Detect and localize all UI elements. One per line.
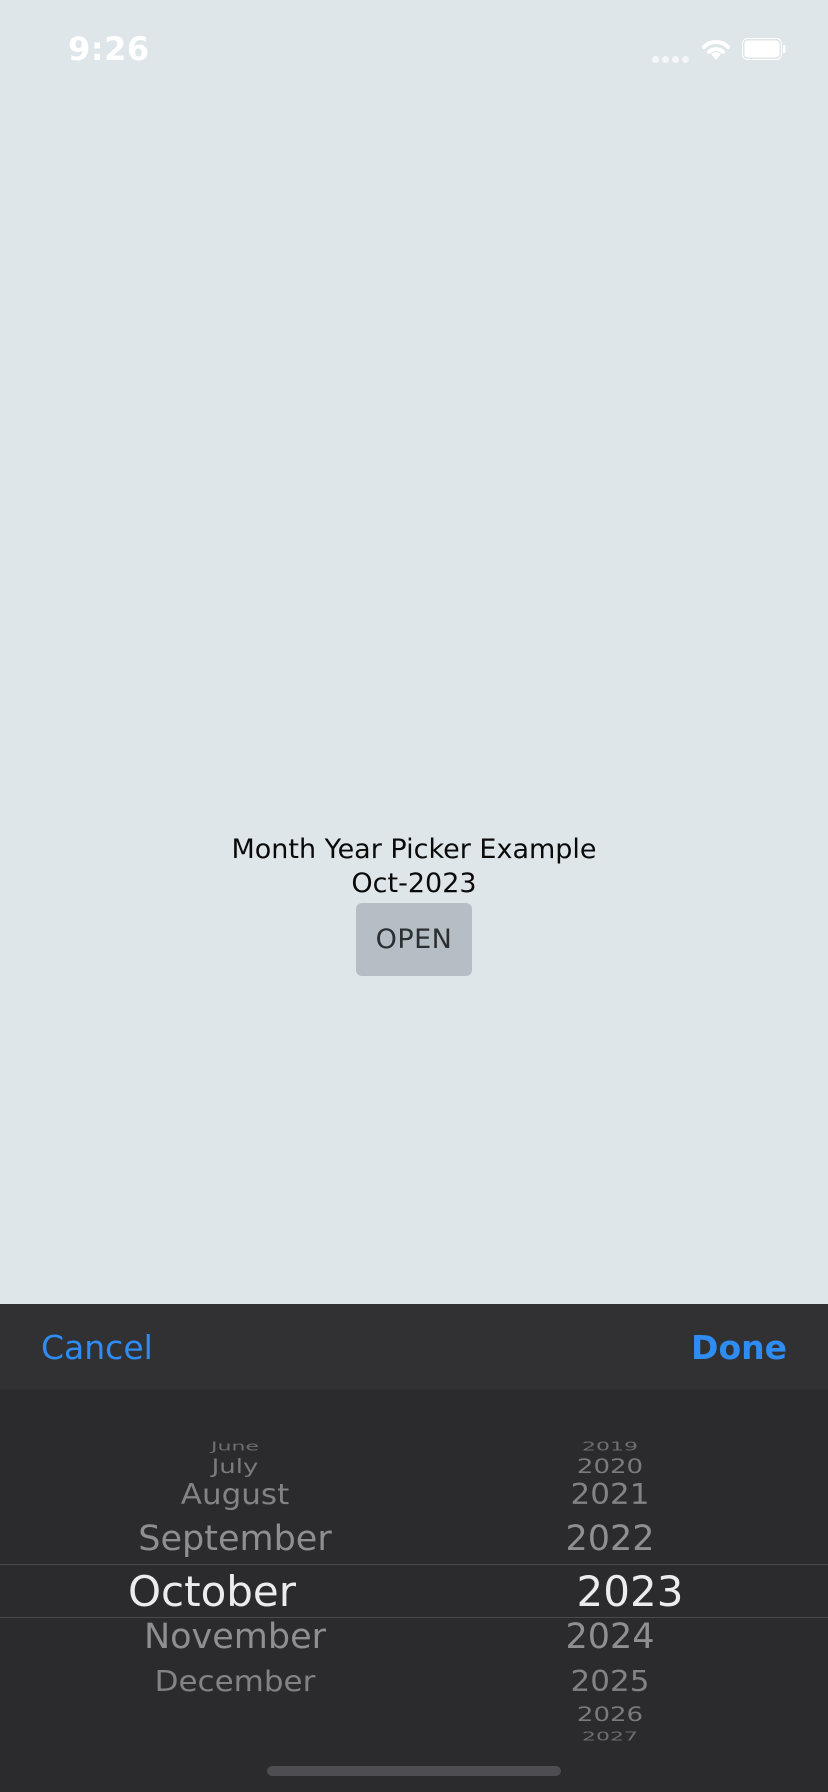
wheel-item-selected[interactable]: 2023 [480,1571,780,1613]
wheel-item[interactable]: 2019 [460,1441,760,1453]
wheel-item[interactable]: 2021 [460,1481,760,1510]
battery-icon [742,38,786,60]
page-title: Month Year Picker Example [231,834,597,865]
wheel-item[interactable]: 2027 [460,1731,760,1743]
wheel-item[interactable]: 2022 [460,1522,760,1557]
month-wheel[interactable]: June July August September October November De… [0,1304,470,1792]
wheel-item[interactable]: November [85,1620,385,1655]
wheel-item[interactable]: June [85,1441,385,1453]
cellular-signal-icon [652,56,692,64]
wheel-item-selected[interactable]: October [62,1571,362,1613]
wheel-item[interactable]: September [85,1522,385,1557]
month-year-picker-sheet: Cancel Done June July August September Octob… [0,1304,828,1792]
year-wheel[interactable]: 2019 2020 2021 2022 2023 2024 2025 2026 2027 [470,1304,828,1792]
status-time: 9:26 [68,30,150,68]
selection-top-line [0,1564,828,1565]
wheel-item[interactable]: August [85,1481,385,1510]
wheel-item[interactable]: 2025 [460,1668,760,1697]
wheel-item[interactable]: 2026 [460,1705,760,1725]
wheel-item[interactable]: July [85,1457,385,1477]
wifi-icon [702,40,730,60]
status-bar: 9:26 [0,0,828,100]
selection-bottom-line [0,1617,828,1618]
wheel-item[interactable]: 2024 [460,1620,760,1655]
open-button[interactable]: OPEN [356,903,472,976]
home-indicator [267,1766,561,1776]
picker-example-block: Month Year Picker Example Oct-2023 OPEN [0,830,828,976]
wheel-item[interactable]: December [85,1668,385,1697]
wheel-item[interactable]: 2020 [460,1457,760,1477]
selected-date-value: Oct-2023 [351,868,477,899]
